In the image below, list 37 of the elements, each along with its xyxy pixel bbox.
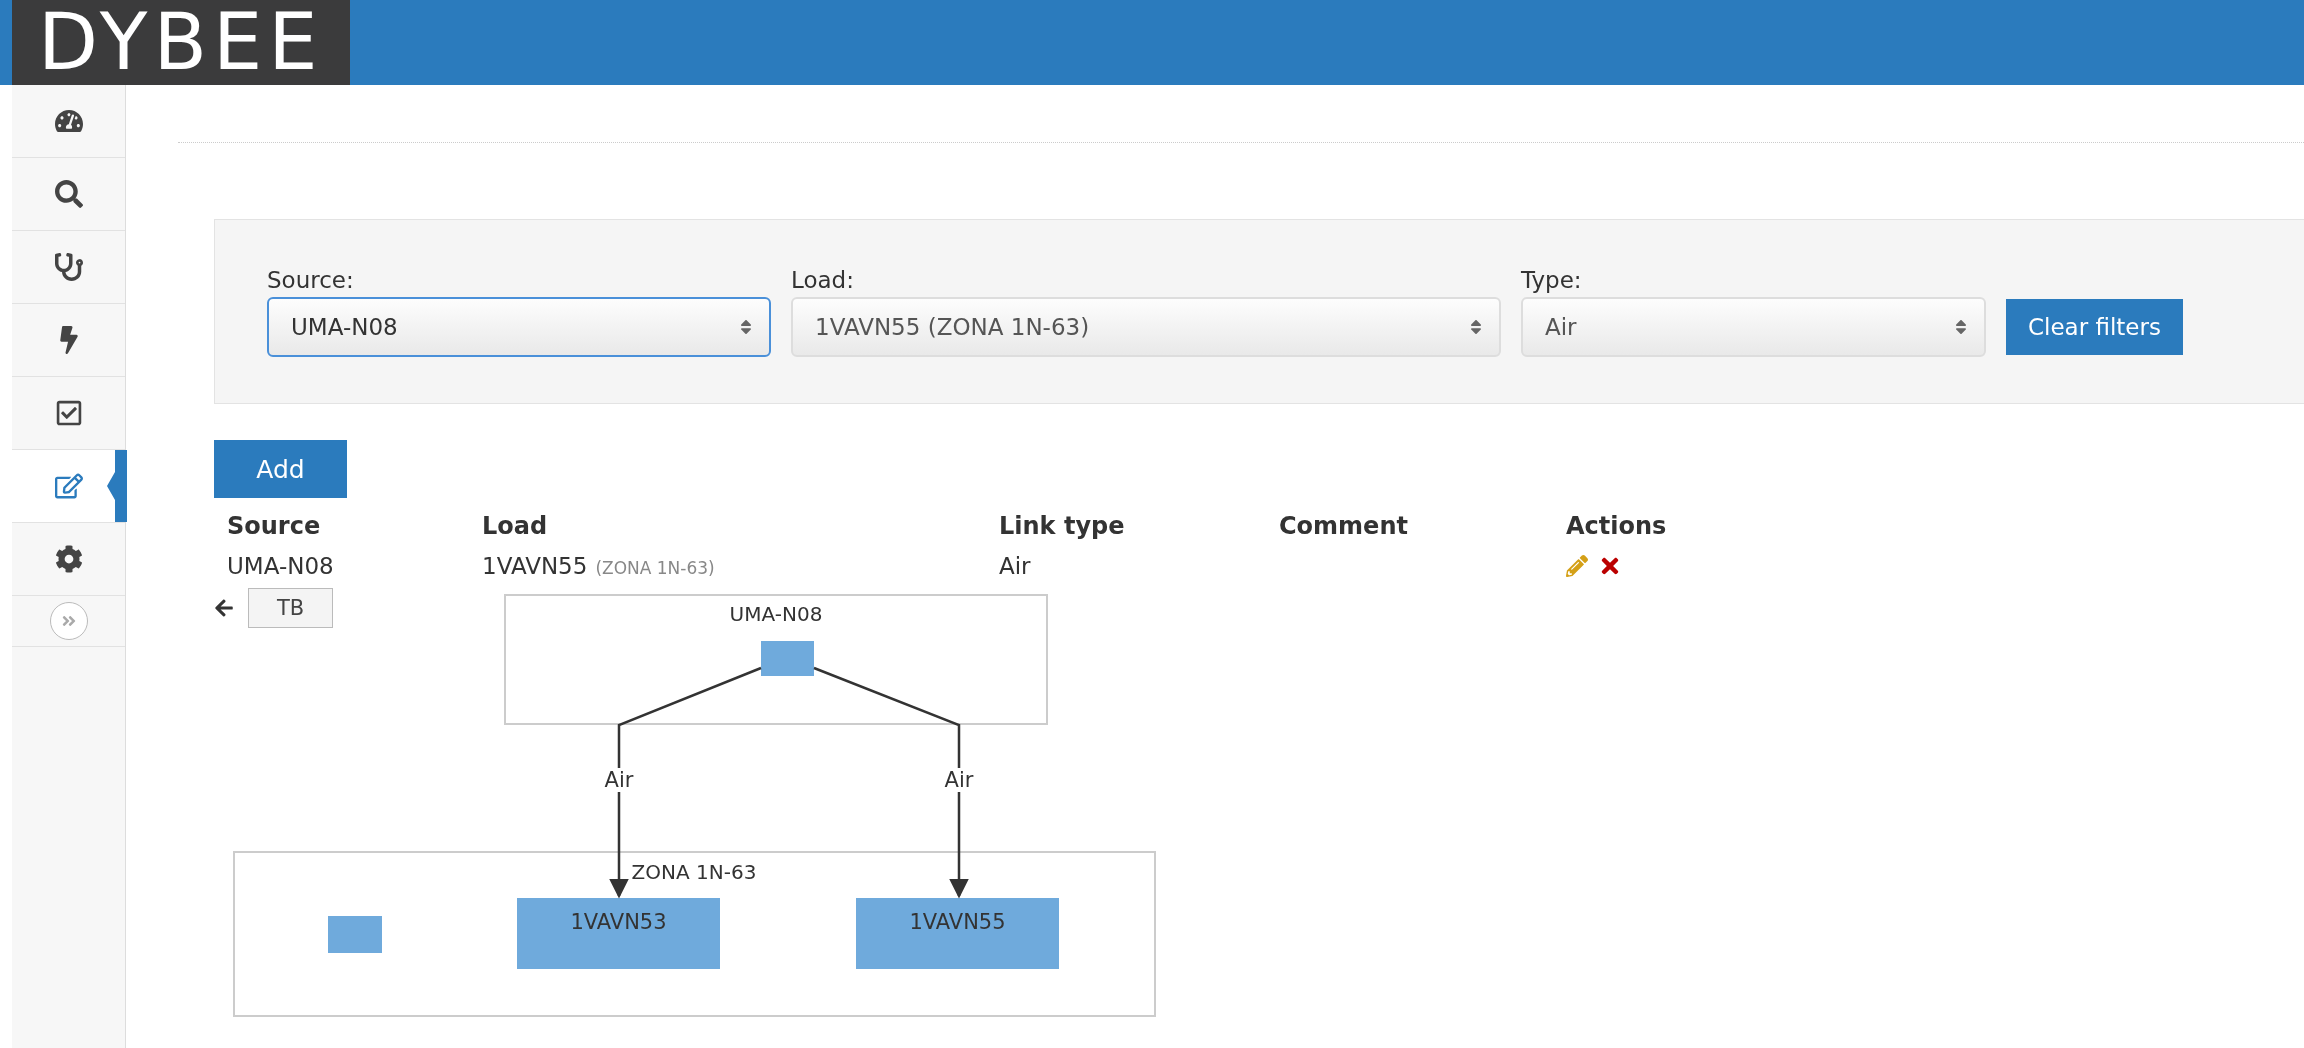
filter-label: Load: [791, 267, 855, 293]
edit-icon [54, 472, 83, 500]
load-node: 1VAVN55 [856, 898, 1059, 969]
table-cell-text: Air [999, 552, 1032, 581]
select-field[interactable]: Air [1521, 297, 1986, 357]
double-chevron-icon [60, 613, 77, 629]
table-cell-text: UMA-N08 [227, 552, 335, 581]
sidebar-item[interactable] [12, 450, 125, 523]
column-header: Comment [1279, 511, 1409, 542]
add-button[interactable]: Add [214, 440, 347, 498]
column-header: Load [482, 511, 549, 542]
checkbox-icon [54, 399, 83, 427]
column-header: Actions [1566, 511, 1668, 542]
select-field[interactable]: UMA-N08 [267, 297, 771, 357]
filter-label: Source: [267, 267, 355, 293]
search-icon [54, 180, 83, 208]
settings-icon [54, 545, 83, 573]
source-node [761, 641, 814, 676]
clear-filters-button[interactable]: Clear filters [2006, 299, 2183, 355]
zone-note: (ZONA 1N-63) [595, 557, 715, 580]
edge-label: Air [602, 768, 636, 792]
node [328, 916, 382, 953]
group-label: ZONA 1N-63 [631, 860, 757, 884]
group-label: UMA-N08 [729, 602, 823, 626]
direction-button[interactable]: TB [248, 588, 333, 628]
table-cell-text: 1VAVN55 [482, 552, 588, 581]
dashboard-icon [54, 107, 83, 135]
edge-label: Air [942, 768, 976, 792]
logo: DYBEE [12, 0, 350, 85]
active-indicator [107, 450, 127, 522]
column-header: Link type [999, 511, 1126, 542]
load-node: 1VAVN53 [517, 898, 720, 969]
arrow-left-icon[interactable] [214, 598, 234, 618]
column-header: Source [227, 511, 322, 542]
filter-label: Type: [1521, 267, 1583, 293]
select-field[interactable]: 1VAVN55 (ZONA 1N-63) [791, 297, 1501, 357]
stethoscope-icon [54, 253, 83, 281]
